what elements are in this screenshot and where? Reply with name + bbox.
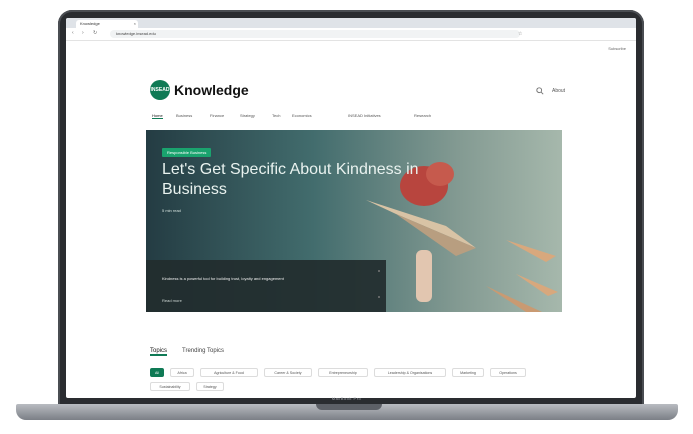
main-nav: Home Business Finance Strategy Tech Econ… <box>152 113 472 121</box>
chip-operations[interactable]: Operations <box>490 368 526 377</box>
hero-card[interactable]: Kindness is a powerful tool for building… <box>146 260 386 312</box>
chip-africa[interactable]: Africa <box>170 368 194 377</box>
chip-entrepreneurship[interactable]: Entrepreneurship <box>318 368 368 377</box>
nav-item-economics[interactable]: Economics <box>292 113 312 118</box>
chip-all[interactable]: All <box>150 368 164 377</box>
utility-link[interactable]: Subscribe <box>608 46 626 51</box>
browser-addressbar: ‹ › ↻ knowledge.insead.edu ☆ <box>66 28 636 41</box>
close-icon[interactable]: × <box>134 20 136 28</box>
forward-icon[interactable]: › <box>82 30 84 36</box>
chip-marketing[interactable]: Marketing <box>452 368 484 377</box>
nav-item-tech[interactable]: Tech <box>272 113 280 118</box>
browser-tab[interactable]: Knowledge × <box>76 20 138 28</box>
chip-leadership-organisations[interactable]: Leadership & Organisations <box>374 368 446 377</box>
logo-mark[interactable]: INSEAD <box>150 80 170 100</box>
chip-agriculture-food[interactable]: Agriculture & Food <box>200 368 258 377</box>
browser-tab-title: Knowledge <box>80 21 100 26</box>
nav-item-finance[interactable]: Finance <box>210 113 224 118</box>
logo-text[interactable]: Knowledge <box>174 82 249 98</box>
hero-banner[interactable]: Responsible Business Let's Get Specific … <box>146 130 562 312</box>
laptop-lid: Knowledge × ‹ › ↻ knowledge.insead.edu ☆… <box>58 10 644 410</box>
nav-item-business[interactable]: Business <box>176 113 192 118</box>
star-icon[interactable]: ☆ <box>518 31 522 37</box>
chip-strategy[interactable]: Strategy <box>196 382 224 391</box>
back-icon[interactable]: ‹ <box>72 30 74 36</box>
tab-trending-topics[interactable]: Trending Topics <box>182 348 224 354</box>
laptop-screen: Knowledge × ‹ › ↻ knowledge.insead.edu ☆… <box>66 18 636 398</box>
about-link[interactable]: About <box>552 88 565 94</box>
nav-item-home[interactable]: Home <box>152 113 163 119</box>
tab-topics[interactable]: Topics <box>150 348 168 356</box>
reload-icon[interactable]: ↻ <box>93 30 97 36</box>
browser-tabbar: Knowledge × <box>66 18 636 28</box>
nav-item-research[interactable]: Research <box>414 113 431 118</box>
read-more-link[interactable]: Read more <box>162 298 182 303</box>
laptop-notch <box>316 404 382 410</box>
hero-meta: 5 min read <box>162 208 181 213</box>
hero-card-text: Kindness is a powerful tool for building… <box>162 276 284 281</box>
category-badge[interactable]: Responsible Business <box>162 148 212 157</box>
device-label: MacBook Pro <box>331 396 362 401</box>
hero-title[interactable]: Let's Get Specific About Kindness in Bus… <box>162 160 452 200</box>
chip-sustainability[interactable]: Sustainability <box>150 382 190 391</box>
chip-career-society[interactable]: Career & Society <box>264 368 312 377</box>
nav-item-insead-initiatives[interactable]: INSEAD Initiatives <box>348 113 381 118</box>
url-input[interactable]: knowledge.insead.edu <box>110 30 520 38</box>
pager-dot[interactable] <box>378 296 380 298</box>
search-icon[interactable] <box>536 87 544 97</box>
pager-dot[interactable] <box>378 270 380 272</box>
nav-item-strategy[interactable]: Strategy <box>240 113 255 118</box>
